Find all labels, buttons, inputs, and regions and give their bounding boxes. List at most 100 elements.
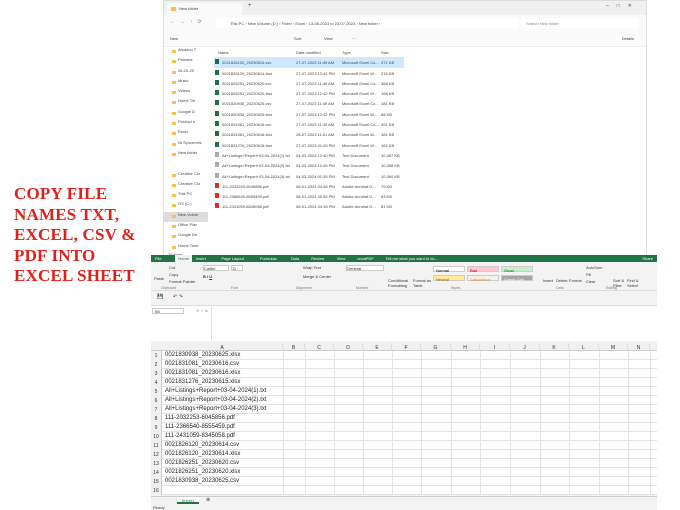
nav-item[interactable]: Music <box>164 78 208 88</box>
tab-review[interactable]: Review <box>311 256 324 261</box>
details-button[interactable]: Details <box>622 36 634 41</box>
conditional-formatting-button[interactable]: Conditional Formatting <box>388 278 408 288</box>
column-header-I[interactable]: I <box>480 343 510 351</box>
sheet-tab[interactable]: Sheet1 <box>177 497 199 504</box>
tab-formulas[interactable]: Formulas <box>260 256 277 261</box>
copy-button[interactable]: Copy <box>169 272 178 277</box>
view-button[interactable]: View <box>324 36 333 41</box>
column-header-E[interactable]: E <box>363 343 392 351</box>
nav-item[interactable]: Creative Clo <box>164 181 208 191</box>
nav-item[interactable]: 26-10-20 <box>164 68 208 78</box>
column-header-M[interactable]: M <box>599 343 628 351</box>
row-header[interactable]: 1 <box>151 351 162 360</box>
file-row[interactable]: 111-2032253-6045856.pdf 08-01-2024 04:46 … <box>214 181 404 191</box>
undo-icon[interactable]: ↶ ↷ <box>173 294 183 300</box>
breadcrumb-item[interactable]: This PC <box>230 21 244 26</box>
cut-button[interactable]: Cut <box>169 265 175 270</box>
tab-view[interactable]: View <box>337 256 346 261</box>
row-header[interactable]: 13 <box>151 459 162 468</box>
bold-button[interactable]: B I U <box>203 274 212 279</box>
file-row[interactable]: 111-2366540-8555459.pdf 08-01-2024 05:55 … <box>214 191 404 201</box>
nav-item[interactable]: Nt Syncentric <box>164 140 208 150</box>
breadcrumb-item[interactable]: Fiverr <box>282 21 292 26</box>
file-row[interactable]: 0021831081_20230616.csv 27-07-2023 11:49 … <box>214 119 404 129</box>
window-controls[interactable]: –□✕ <box>606 3 640 9</box>
column-header-D[interactable]: D <box>334 343 363 351</box>
cell-style-check-cell[interactable]: Check Cell <box>501 275 533 282</box>
tell-me-input[interactable]: Tell me what you want to do... <box>385 256 438 261</box>
file-row[interactable]: 0021826120_20230614.xlsx 27-07-2023 12:41… <box>214 68 404 78</box>
formula-input[interactable] <box>211 307 655 340</box>
name-box[interactable]: B5 <box>152 308 184 314</box>
format-painter-button[interactable]: Format Painter <box>169 279 195 284</box>
nav-item[interactable]: This PC <box>164 191 208 201</box>
cell-a[interactable]: 0021830938_20230625.csv <box>165 478 239 484</box>
column-header-G[interactable]: G <box>421 343 451 351</box>
row-header[interactable]: 14 <box>151 468 162 477</box>
cell-a[interactable]: 0021826251_20230620.csv <box>165 460 239 466</box>
col-type[interactable]: Type <box>342 50 351 55</box>
nav-item[interactable]: Office Plac <box>164 222 208 232</box>
file-row[interactable]: 0021830938_20230625.csv 27-07-2023 11:49 … <box>214 98 404 108</box>
row-header[interactable]: 8 <box>151 414 162 423</box>
cell-a[interactable]: 0021831081_20230616.csv <box>165 361 239 367</box>
col-name[interactable]: Name <box>218 50 229 55</box>
nav-item[interactable]: Google Dri <box>164 232 208 242</box>
cell-a[interactable]: 111-2431059-8345058.pdf <box>165 433 235 439</box>
file-row[interactable]: All+Listings+Report+03-04-2024(1).txt 04-… <box>214 150 404 160</box>
tab-novapdf[interactable]: novaPDF <box>357 256 374 261</box>
nav-item[interactable]: Product ir <box>164 119 208 129</box>
col-date[interactable]: Date modified <box>296 50 321 55</box>
sort-button[interactable]: Sort <box>294 36 301 41</box>
format-as-table-button[interactable]: Format as Table <box>413 278 431 288</box>
font-size-select[interactable]: 11 <box>231 265 243 271</box>
file-row[interactable]: All+Listings+Report+03-04-2024(2).txt 04-… <box>214 160 404 170</box>
file-row[interactable]: 0021831276_20230615.xlsx 27-07-2023 01:00… <box>214 140 404 150</box>
column-header-K[interactable]: K <box>540 343 569 351</box>
cell-style-good[interactable]: Good <box>501 266 533 273</box>
file-row[interactable]: 0021831081_20230616.xlsx 28-07-2023 11:01… <box>214 129 404 139</box>
nav-item[interactable]: Home Tin <box>164 98 208 108</box>
cell-a[interactable]: 0021831276_20230615.xlsx <box>165 379 240 385</box>
paste-button[interactable]: Paste <box>154 276 164 281</box>
cell-a[interactable]: 0021831081_20230616.xlsx <box>165 370 240 376</box>
cell-a[interactable]: 111-2366540-8555459.pdf <box>165 424 235 430</box>
cell-a[interactable]: All+Listings+Report+03-04-2024(1).txt <box>165 388 267 394</box>
tab-new-folder[interactable]: New folder <box>167 3 242 15</box>
tab-home[interactable]: Home <box>175 255 193 262</box>
column-header-C[interactable]: C <box>305 343 334 351</box>
column-header-A[interactable]: A <box>162 343 283 351</box>
find-select-button[interactable]: Find & Select <box>627 278 641 288</box>
breadcrumb-item[interactable]: New Volume (D:) <box>248 21 278 26</box>
fill-button[interactable]: Fill <box>586 272 591 277</box>
new-button[interactable]: New <box>170 36 178 41</box>
fx-icon[interactable]: ✕ ✓ fx <box>196 308 208 313</box>
column-header-F[interactable]: F <box>392 343 421 351</box>
font-select[interactable]: Calibri <box>203 265 229 271</box>
breadcrumb[interactable]: This PC › New Volume (D:) › Fiverr › Exc… <box>216 18 518 28</box>
nav-item[interactable]: Creative Clo <box>164 171 208 181</box>
column-header-L[interactable]: L <box>569 343 599 351</box>
cell-style-neutral[interactable]: Neutral <box>433 275 465 282</box>
nav-item[interactable]: Google D <box>164 109 208 119</box>
row-header[interactable]: 6 <box>151 396 162 405</box>
insert-button[interactable]: Insert <box>543 278 553 283</box>
nav-item[interactable]: Videos <box>164 88 208 98</box>
nav-arrows-icon[interactable]: ←→↑⟳ <box>170 19 207 25</box>
search-input[interactable]: Search New folder <box>522 18 638 28</box>
nav-item[interactable]: New folder <box>164 150 208 160</box>
column-header-N[interactable]: N <box>628 343 650 351</box>
column-header-B[interactable]: B <box>283 343 305 351</box>
tab-page-layout[interactable]: Page Layout <box>221 256 243 261</box>
row-header[interactable]: 3 <box>151 369 162 378</box>
row-header[interactable]: 10 <box>151 432 162 441</box>
row-header[interactable]: 9 <box>151 423 162 432</box>
file-row[interactable]: 0021830938_20230625.xlsx 27-07-2023 12:42… <box>214 109 404 119</box>
cell-style-calculation[interactable]: Calculation <box>467 275 499 282</box>
cell-a[interactable]: All+Listings+Report+03-04-2024(3).txt <box>165 406 267 412</box>
tab-insert[interactable]: Insert <box>196 256 206 261</box>
nav-item[interactable]: OS (C:) <box>164 201 208 211</box>
number-format-select[interactable]: General <box>346 265 384 271</box>
file-row[interactable]: 0021826251_20230620.csv 27-07-2023 11:49 … <box>214 78 404 88</box>
column-header-H[interactable]: H <box>451 343 480 351</box>
